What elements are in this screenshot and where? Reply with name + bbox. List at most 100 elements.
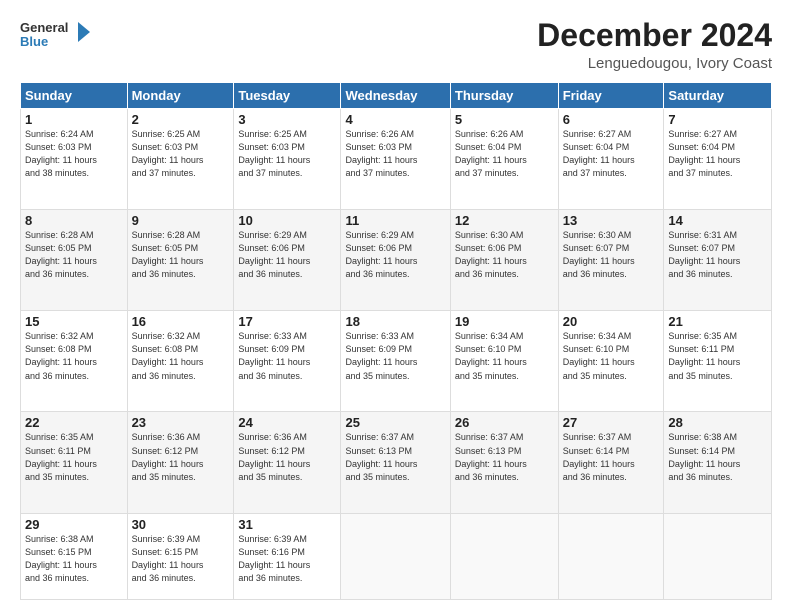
table-row: 29 Sunrise: 6:38 AMSunset: 6:15 PMDayligh… <box>21 513 128 599</box>
day-info: Sunrise: 6:34 AMSunset: 6:10 PMDaylight:… <box>563 331 635 380</box>
day-info: Sunrise: 6:31 AMSunset: 6:07 PMDaylight:… <box>668 230 740 279</box>
table-row: 20Sunrise: 6:34 AMSunset: 6:10 PMDayligh… <box>558 311 664 412</box>
day-number: 13 <box>563 213 660 228</box>
col-monday: Monday <box>127 83 234 109</box>
day-info: Sunrise: 6:29 AMSunset: 6:06 PMDaylight:… <box>345 230 417 279</box>
table-row: 7 Sunrise: 6:27 AMSunset: 6:04 PMDaylight… <box>664 109 772 210</box>
col-tuesday: Tuesday <box>234 83 341 109</box>
table-row: 13 Sunrise: 6:30 AMSunset: 6:07 PMDayligh… <box>558 210 664 311</box>
col-wednesday: Wednesday <box>341 83 450 109</box>
table-row: 11Sunrise: 6:29 AMSunset: 6:06 PMDayligh… <box>341 210 450 311</box>
day-info: Sunrise: 6:32 AMSunset: 6:08 PMDaylight:… <box>132 331 204 380</box>
title-area: December 2024 Lenguedougou, Ivory Coast <box>537 18 772 72</box>
day-number: 14 <box>668 213 767 228</box>
day-number: 4 <box>345 112 445 127</box>
day-info: Sunrise: 6:27 AMSunset: 6:04 PMDaylight:… <box>668 129 740 178</box>
day-info: Sunrise: 6:35 AMSunset: 6:11 PMDaylight:… <box>668 331 740 380</box>
table-row: 16Sunrise: 6:32 AMSunset: 6:08 PMDayligh… <box>127 311 234 412</box>
day-info: Sunrise: 6:26 AMSunset: 6:04 PMDaylight:… <box>455 129 527 178</box>
table-row: 4 Sunrise: 6:26 AMSunset: 6:03 PMDaylight… <box>341 109 450 210</box>
calendar-table: Sunday Monday Tuesday Wednesday Thursday… <box>20 82 772 600</box>
day-info: Sunrise: 6:26 AMSunset: 6:03 PMDaylight:… <box>345 129 417 178</box>
day-info: Sunrise: 6:28 AMSunset: 6:05 PMDaylight:… <box>132 230 204 279</box>
table-row: 26 Sunrise: 6:37 AMSunset: 6:13 PMDayligh… <box>450 412 558 513</box>
table-row: 23Sunrise: 6:36 AMSunset: 6:12 PMDayligh… <box>127 412 234 513</box>
day-number: 7 <box>668 112 767 127</box>
day-info: Sunrise: 6:25 AMSunset: 6:03 PMDaylight:… <box>132 129 204 178</box>
table-row <box>664 513 772 599</box>
day-number: 5 <box>455 112 554 127</box>
table-row: 17Sunrise: 6:33 AMSunset: 6:09 PMDayligh… <box>234 311 341 412</box>
day-number: 30 <box>132 517 230 532</box>
day-info: Sunrise: 6:32 AMSunset: 6:08 PMDaylight:… <box>25 331 97 380</box>
day-info: Sunrise: 6:34 AMSunset: 6:10 PMDaylight:… <box>455 331 527 380</box>
table-row: 24Sunrise: 6:36 AMSunset: 6:12 PMDayligh… <box>234 412 341 513</box>
table-row: 22 Sunrise: 6:35 AMSunset: 6:11 PMDayligh… <box>21 412 128 513</box>
svg-text:Blue: Blue <box>20 34 48 49</box>
col-friday: Friday <box>558 83 664 109</box>
table-row: 27 Sunrise: 6:37 AMSunset: 6:14 PMDayligh… <box>558 412 664 513</box>
day-info: Sunrise: 6:39 AMSunset: 6:15 PMDaylight:… <box>132 534 204 583</box>
day-info: Sunrise: 6:38 AMSunset: 6:15 PMDaylight:… <box>25 534 97 583</box>
top-section: General Blue December 2024 Lenguedougou,… <box>20 18 772 72</box>
day-number: 21 <box>668 314 767 329</box>
day-info: Sunrise: 6:37 AMSunset: 6:13 PMDaylight:… <box>455 432 527 481</box>
day-number: 10 <box>238 213 336 228</box>
day-number: 24 <box>238 415 336 430</box>
table-row: 8Sunrise: 6:28 AMSunset: 6:05 PMDaylight… <box>21 210 128 311</box>
day-number: 12 <box>455 213 554 228</box>
day-number: 31 <box>238 517 336 532</box>
day-number: 25 <box>345 415 445 430</box>
table-row: 9 Sunrise: 6:28 AMSunset: 6:05 PMDaylight… <box>127 210 234 311</box>
day-number: 9 <box>132 213 230 228</box>
table-row: 31 Sunrise: 6:39 AMSunset: 6:16 PMDayligh… <box>234 513 341 599</box>
table-row: 12 Sunrise: 6:30 AMSunset: 6:06 PMDayligh… <box>450 210 558 311</box>
day-info: Sunrise: 6:38 AMSunset: 6:14 PMDaylight:… <box>668 432 740 481</box>
day-number: 1 <box>25 112 123 127</box>
table-row: 30 Sunrise: 6:39 AMSunset: 6:15 PMDayligh… <box>127 513 234 599</box>
day-info: Sunrise: 6:30 AMSunset: 6:07 PMDaylight:… <box>563 230 635 279</box>
table-row: 19 Sunrise: 6:34 AMSunset: 6:10 PMDayligh… <box>450 311 558 412</box>
day-number: 27 <box>563 415 660 430</box>
day-info: Sunrise: 6:29 AMSunset: 6:06 PMDaylight:… <box>238 230 310 279</box>
day-number: 6 <box>563 112 660 127</box>
day-info: Sunrise: 6:37 AMSunset: 6:13 PMDaylight:… <box>345 432 417 481</box>
day-number: 28 <box>668 415 767 430</box>
calendar-subtitle: Lenguedougou, Ivory Coast <box>537 55 772 72</box>
day-info: Sunrise: 6:39 AMSunset: 6:16 PMDaylight:… <box>238 534 310 583</box>
logo-area: General Blue <box>20 18 90 56</box>
table-row: 25 Sunrise: 6:37 AMSunset: 6:13 PMDayligh… <box>341 412 450 513</box>
day-info: Sunrise: 6:35 AMSunset: 6:11 PMDaylight:… <box>25 432 97 481</box>
table-row: 28 Sunrise: 6:38 AMSunset: 6:14 PMDayligh… <box>664 412 772 513</box>
table-row: 15 Sunrise: 6:32 AMSunset: 6:08 PMDayligh… <box>21 311 128 412</box>
table-row: 6 Sunrise: 6:27 AMSunset: 6:04 PMDaylight… <box>558 109 664 210</box>
day-number: 18 <box>345 314 445 329</box>
logo-svg: General Blue <box>20 18 90 56</box>
day-info: Sunrise: 6:24 AMSunset: 6:03 PMDaylight:… <box>25 129 97 178</box>
day-info: Sunrise: 6:37 AMSunset: 6:14 PMDaylight:… <box>563 432 635 481</box>
day-number: 8 <box>25 213 123 228</box>
table-row <box>341 513 450 599</box>
table-row <box>558 513 664 599</box>
col-saturday: Saturday <box>664 83 772 109</box>
day-info: Sunrise: 6:30 AMSunset: 6:06 PMDaylight:… <box>455 230 527 279</box>
table-row: 2 Sunrise: 6:25 AMSunset: 6:03 PMDaylight… <box>127 109 234 210</box>
table-row: 21 Sunrise: 6:35 AMSunset: 6:11 PMDayligh… <box>664 311 772 412</box>
day-number: 26 <box>455 415 554 430</box>
header-row: Sunday Monday Tuesday Wednesday Thursday… <box>21 83 772 109</box>
day-number: 22 <box>25 415 123 430</box>
calendar-page: General Blue December 2024 Lenguedougou,… <box>0 0 792 612</box>
col-thursday: Thursday <box>450 83 558 109</box>
day-info: Sunrise: 6:33 AMSunset: 6:09 PMDaylight:… <box>345 331 417 380</box>
day-info: Sunrise: 6:27 AMSunset: 6:04 PMDaylight:… <box>563 129 635 178</box>
day-info: Sunrise: 6:25 AMSunset: 6:03 PMDaylight:… <box>238 129 310 178</box>
table-row: 14 Sunrise: 6:31 AMSunset: 6:07 PMDayligh… <box>664 210 772 311</box>
day-number: 3 <box>238 112 336 127</box>
day-info: Sunrise: 6:33 AMSunset: 6:09 PMDaylight:… <box>238 331 310 380</box>
table-row: 18 Sunrise: 6:33 AMSunset: 6:09 PMDayligh… <box>341 311 450 412</box>
day-number: 19 <box>455 314 554 329</box>
day-number: 15 <box>25 314 123 329</box>
table-row: 5 Sunrise: 6:26 AMSunset: 6:04 PMDaylight… <box>450 109 558 210</box>
day-number: 29 <box>25 517 123 532</box>
day-number: 2 <box>132 112 230 127</box>
